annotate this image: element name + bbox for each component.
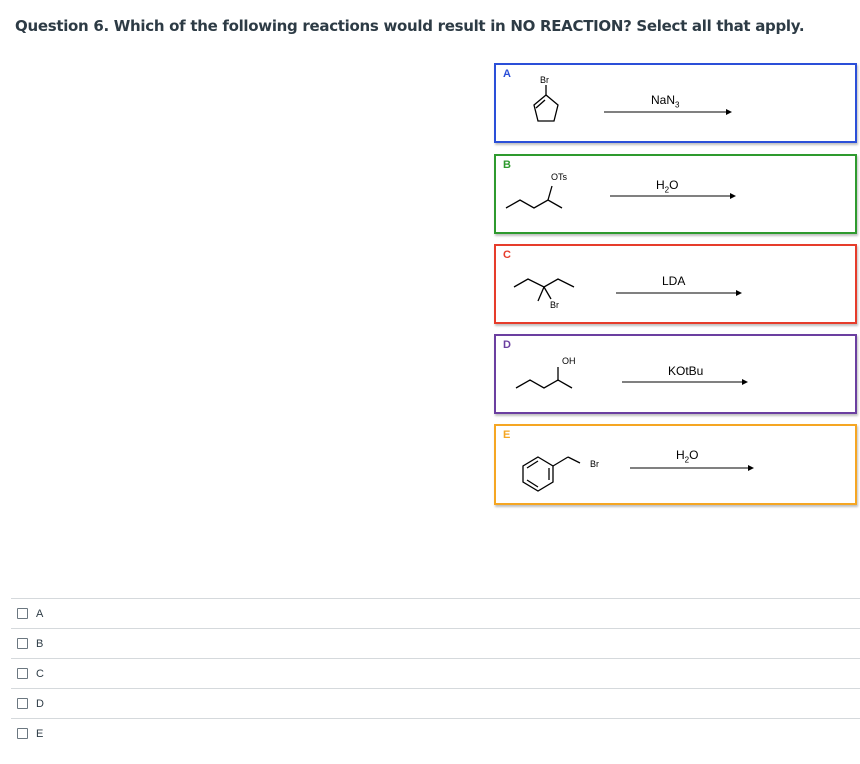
reaction-a-box: A Br NaN3 (494, 63, 857, 143)
option-c-label: C (36, 667, 44, 680)
option-c-checkbox[interactable] (17, 668, 28, 679)
reaction-c-box: C Br LDA (494, 244, 857, 324)
reaction-a-reagent: NaN3 (651, 93, 680, 110)
option-d-label: D (36, 697, 44, 710)
option-d-checkbox[interactable] (17, 698, 28, 709)
option-b[interactable]: B (11, 628, 860, 658)
option-b-label: B (36, 637, 44, 650)
reaction-c-atom-br: Br (550, 300, 559, 310)
option-e[interactable]: E (11, 718, 860, 748)
option-b-checkbox[interactable] (17, 638, 28, 649)
answer-options: A B C D E (11, 598, 860, 748)
option-c[interactable]: C (11, 658, 860, 688)
option-e-label: E (36, 727, 44, 740)
reaction-d-reagent: KOtBu (668, 364, 704, 378)
question-text: Question 6. Which of the following react… (15, 17, 805, 35)
reaction-b-structure (505, 185, 736, 209)
reaction-d-box: D OH KOtBu (494, 334, 857, 414)
reaction-e-reagent: H2O (676, 448, 699, 465)
option-d[interactable]: D (11, 688, 860, 718)
option-a-checkbox[interactable] (17, 608, 28, 619)
reaction-e-atom-br: Br (590, 459, 599, 469)
option-a[interactable]: A (11, 598, 860, 628)
reaction-b-reagent: H2O (656, 178, 679, 195)
reaction-b-atom-ots: OTs (551, 172, 568, 182)
option-a-label: A (36, 607, 44, 620)
reaction-e-structure (522, 456, 754, 492)
reaction-b-box: B OTs H2O (494, 154, 857, 234)
option-e-checkbox[interactable] (17, 728, 28, 739)
reaction-a-atom-br: Br (540, 75, 549, 85)
reaction-e-box: E Br H2O (494, 424, 857, 505)
reaction-d-atom-oh: OH (562, 356, 576, 366)
reaction-c-reagent: LDA (662, 274, 686, 288)
